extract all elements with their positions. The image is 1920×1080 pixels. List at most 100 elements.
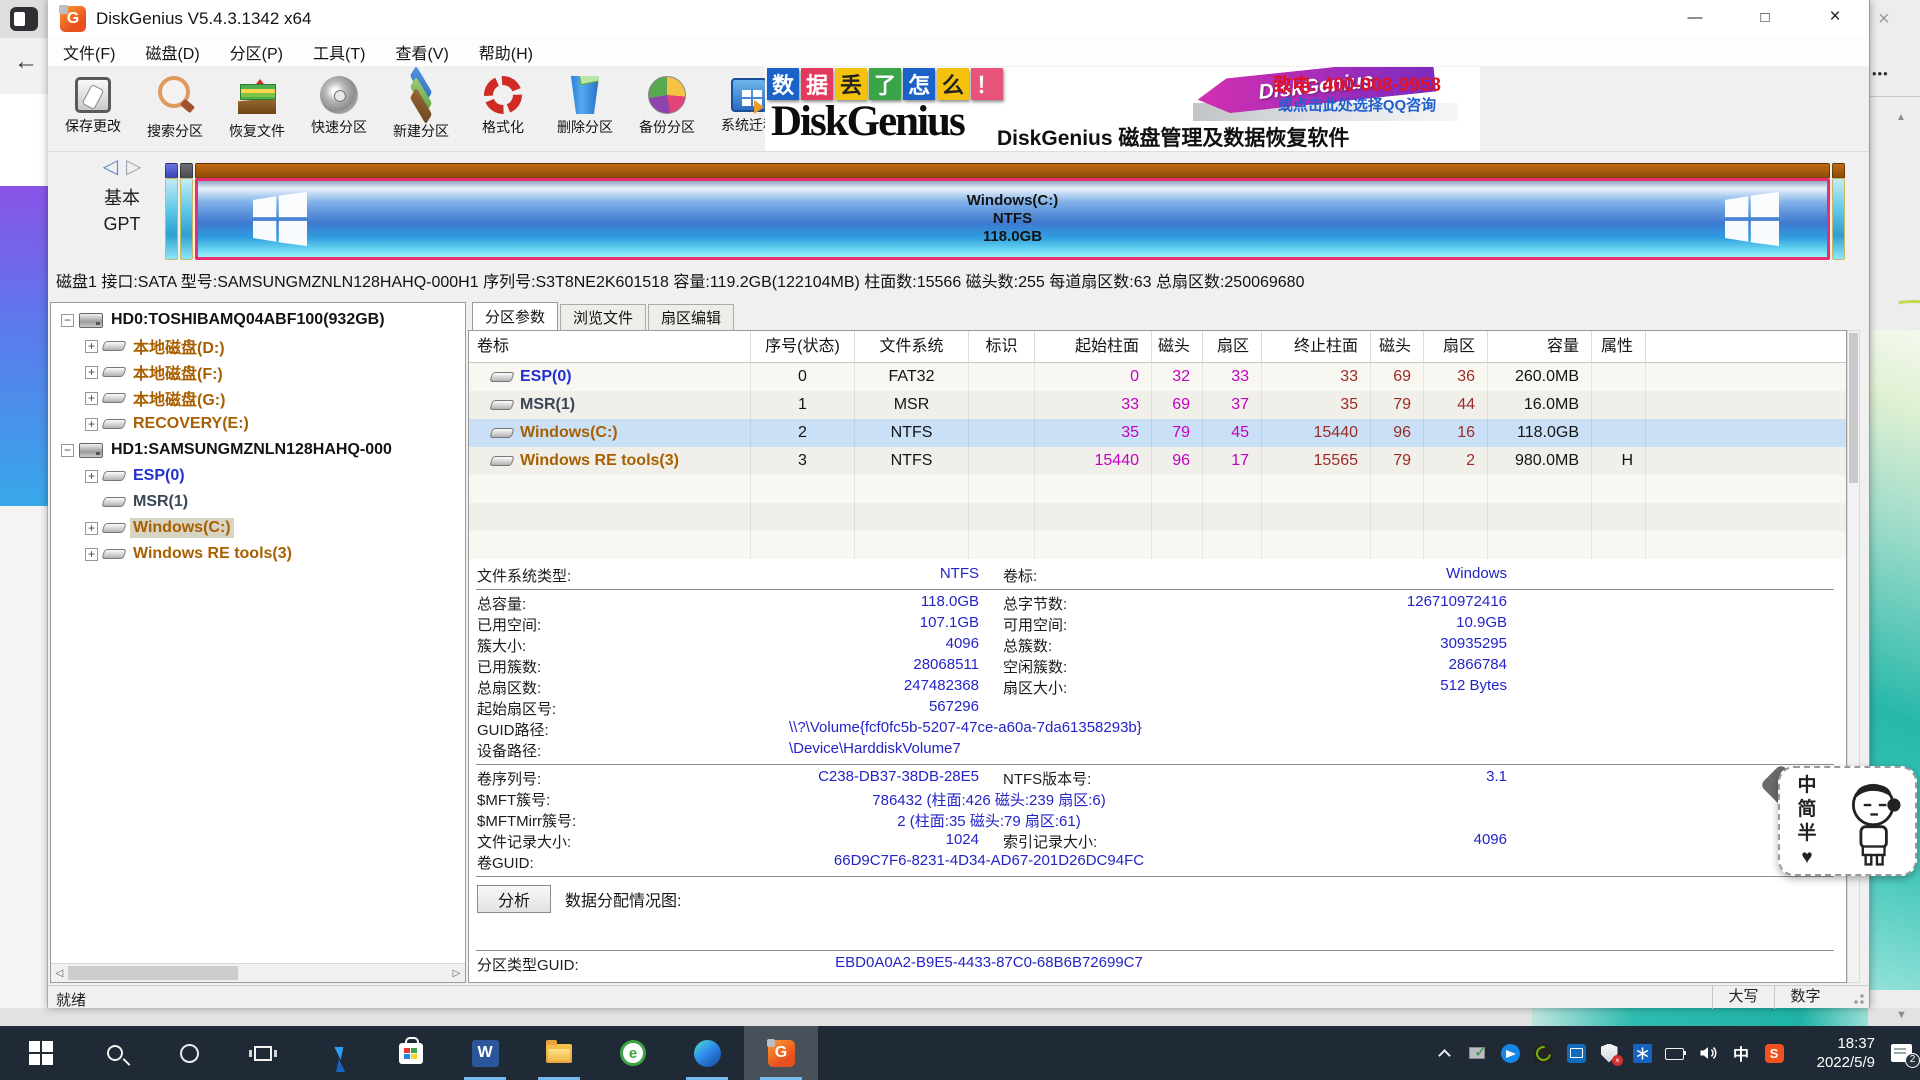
notification-center-button[interactable]: 2	[1888, 1043, 1914, 1063]
taskbar-store-button[interactable]	[374, 1026, 448, 1080]
tree-item-windows-re-tools[interactable]: +Windows RE tools(3)	[51, 541, 465, 567]
expand-expander-icon[interactable]: +	[85, 418, 98, 431]
resize-grip[interactable]	[1850, 990, 1864, 1004]
ime-mode-button[interactable]: 简	[1796, 798, 1818, 822]
scrollbar-thumb[interactable]	[68, 966, 238, 980]
next-disk-arrow-icon[interactable]: ▷	[126, 156, 141, 178]
more-options-icon[interactable]: •••	[1872, 66, 1889, 81]
taskbar-browser-button[interactable]: e	[596, 1026, 670, 1080]
format-button[interactable]: 格式化	[462, 68, 544, 150]
save-changes-button[interactable]: 保存更改	[52, 68, 134, 150]
taskbar-cortana-button[interactable]	[152, 1026, 226, 1080]
new-partition-button[interactable]: 新建分区	[380, 68, 462, 150]
analyze-button[interactable]: 分析	[477, 885, 551, 913]
scrollbar-thumb[interactable]	[1849, 333, 1858, 483]
column-header-3[interactable]: 标识	[969, 331, 1035, 362]
ime-mode-button[interactable]: 中	[1796, 774, 1818, 798]
tree-item-local-d[interactable]: +本地磁盘(D:)	[51, 333, 465, 359]
column-header-11[interactable]: 属性	[1592, 331, 1646, 362]
column-header-8[interactable]: 磁头	[1371, 331, 1424, 362]
tree-item-hd1[interactable]: −HD1:SAMSUNGMZNLN128HAHQ-000	[51, 437, 465, 463]
taskbar-lightning-app-button[interactable]	[300, 1026, 374, 1080]
partition-row-windows-c[interactable]: Windows(C:)2NTFS357945154409616118.0GB	[469, 419, 1846, 447]
tray-expand-button[interactable]	[1434, 1043, 1454, 1063]
tray-battery-icon[interactable]	[1665, 1043, 1685, 1063]
tray-intel-icon[interactable]	[1566, 1043, 1586, 1063]
tree-item-local-g[interactable]: +本地磁盘(G:)	[51, 385, 465, 411]
prev-disk-arrow-icon[interactable]: ◁	[103, 156, 118, 178]
tray-ime-indicator[interactable]: 中	[1731, 1043, 1751, 1063]
partition-row-esp[interactable]: ESP(0)0FAT3203233336936260.0MB	[469, 363, 1846, 391]
menu-partition[interactable]: 分区(P)	[215, 40, 298, 64]
background-tab-icon[interactable]	[10, 7, 38, 31]
quick-partition-button[interactable]: 快速分区	[298, 68, 380, 150]
tray-volume-icon[interactable]	[1698, 1043, 1718, 1063]
menu-disk[interactable]: 磁盘(D)	[130, 40, 214, 64]
delete-partition-button[interactable]: 删除分区	[544, 68, 626, 150]
ad-banner[interactable]: 数据丢了怎么！ DiskGenius DiskGenius 致电: 400-00…	[765, 67, 1480, 151]
taskbar-search-button[interactable]	[78, 1026, 152, 1080]
taskbar-clock[interactable]: 18:37 2022/5/9	[1797, 1034, 1875, 1072]
scroll-right-icon[interactable]: ▷	[448, 964, 465, 982]
tree-item-recovery-e[interactable]: +RECOVERY(E:)	[51, 411, 465, 437]
scroll-left-icon[interactable]: ◁	[51, 964, 68, 982]
tray-nvidia-icon[interactable]	[1533, 1043, 1553, 1063]
partition-bar-esp[interactable]	[165, 163, 178, 260]
expand-expander-icon[interactable]: +	[85, 366, 98, 379]
taskbar-task-view-button[interactable]	[226, 1026, 300, 1080]
taskbar-explorer-button[interactable]	[522, 1026, 596, 1080]
ad-qq-link[interactable]: 或点击此处选择QQ咨询	[1237, 94, 1477, 115]
column-header-7[interactable]: 终止柱面	[1262, 331, 1371, 362]
ime-mode-button[interactable]: ♥	[1796, 846, 1818, 870]
column-header-0[interactable]: 卷标	[469, 331, 751, 362]
column-header-1[interactable]: 序号(状态)	[751, 331, 855, 362]
tab-sector-edit[interactable]: 扇区编辑	[648, 304, 734, 330]
tray-snowflake-icon[interactable]	[1632, 1043, 1652, 1063]
expand-expander-icon[interactable]: +	[85, 548, 98, 561]
tree-item-windows-c[interactable]: +Windows(C:)	[51, 515, 465, 541]
taskbar-diskgenius-button[interactable]: G	[744, 1026, 818, 1080]
vertical-scrollbar[interactable]	[1847, 330, 1860, 983]
tree-horizontal-scrollbar[interactable]: ◁ ▷	[51, 963, 465, 982]
search-partition-button[interactable]: 搜索分区	[134, 68, 216, 150]
backup-partition-button[interactable]: 备份分区	[626, 68, 708, 150]
menu-tools[interactable]: 工具(T)	[298, 40, 380, 64]
partition-row-msr[interactable]: MSR(1)1MSR33693735794416.0MB	[469, 391, 1846, 419]
tray-utility-icon[interactable]	[1467, 1043, 1487, 1063]
ime-mode-button[interactable]: 半	[1796, 822, 1818, 846]
partition-row-windows-re-tools[interactable]: Windows RE tools(3)3NTFS1544096171556579…	[469, 447, 1846, 475]
column-header-5[interactable]: 磁头	[1152, 331, 1203, 362]
menu-file[interactable]: 文件(F)	[48, 40, 130, 64]
tab-partition-params[interactable]: 分区参数	[472, 302, 558, 330]
partition-bar-re-tools[interactable]	[1832, 163, 1845, 260]
taskbar-word-button[interactable]: W	[448, 1026, 522, 1080]
background-close-icon[interactable]: ×	[1878, 8, 1890, 31]
maximize-button[interactable]: □	[1742, 0, 1788, 34]
minimize-button[interactable]: —	[1672, 0, 1718, 34]
expand-expander-icon[interactable]: +	[85, 392, 98, 405]
taskbar-start-button[interactable]	[4, 1026, 78, 1080]
tab-browse-files[interactable]: 浏览文件	[560, 304, 646, 330]
tree-item-esp[interactable]: +ESP(0)	[51, 463, 465, 489]
close-button[interactable]: ×	[1812, 0, 1858, 34]
scroll-down-icon[interactable]: ▼	[1896, 1009, 1907, 1021]
collapse-expander-icon[interactable]: −	[61, 314, 74, 327]
column-header-9[interactable]: 扇区	[1424, 331, 1488, 362]
collapse-expander-icon[interactable]: −	[61, 444, 74, 457]
tree-item-msr[interactable]: MSR(1)	[51, 489, 465, 515]
column-header-4[interactable]: 起始柱面	[1035, 331, 1152, 362]
tree-item-hd0[interactable]: −HD0:TOSHIBAMQ04ABF100(932GB)	[51, 307, 465, 333]
back-arrow-icon[interactable]: ←	[14, 50, 38, 74]
menu-view[interactable]: 查看(V)	[380, 40, 463, 64]
tray-messenger-icon[interactable]	[1500, 1043, 1520, 1063]
column-header-2[interactable]: 文件系统	[855, 331, 969, 362]
partition-bar-msr[interactable]	[180, 163, 193, 260]
ime-status-panel[interactable]: 中简半♥	[1778, 766, 1917, 876]
recover-files-button[interactable]: 恢复文件	[216, 68, 298, 150]
column-header-10[interactable]: 容量	[1488, 331, 1592, 362]
tray-sogou-icon[interactable]: S	[1764, 1043, 1784, 1063]
column-header-6[interactable]: 扇区	[1203, 331, 1262, 362]
tray-defender-icon[interactable]: ×	[1599, 1043, 1619, 1063]
tree-item-local-f[interactable]: +本地磁盘(F:)	[51, 359, 465, 385]
expand-expander-icon[interactable]: +	[85, 470, 98, 483]
